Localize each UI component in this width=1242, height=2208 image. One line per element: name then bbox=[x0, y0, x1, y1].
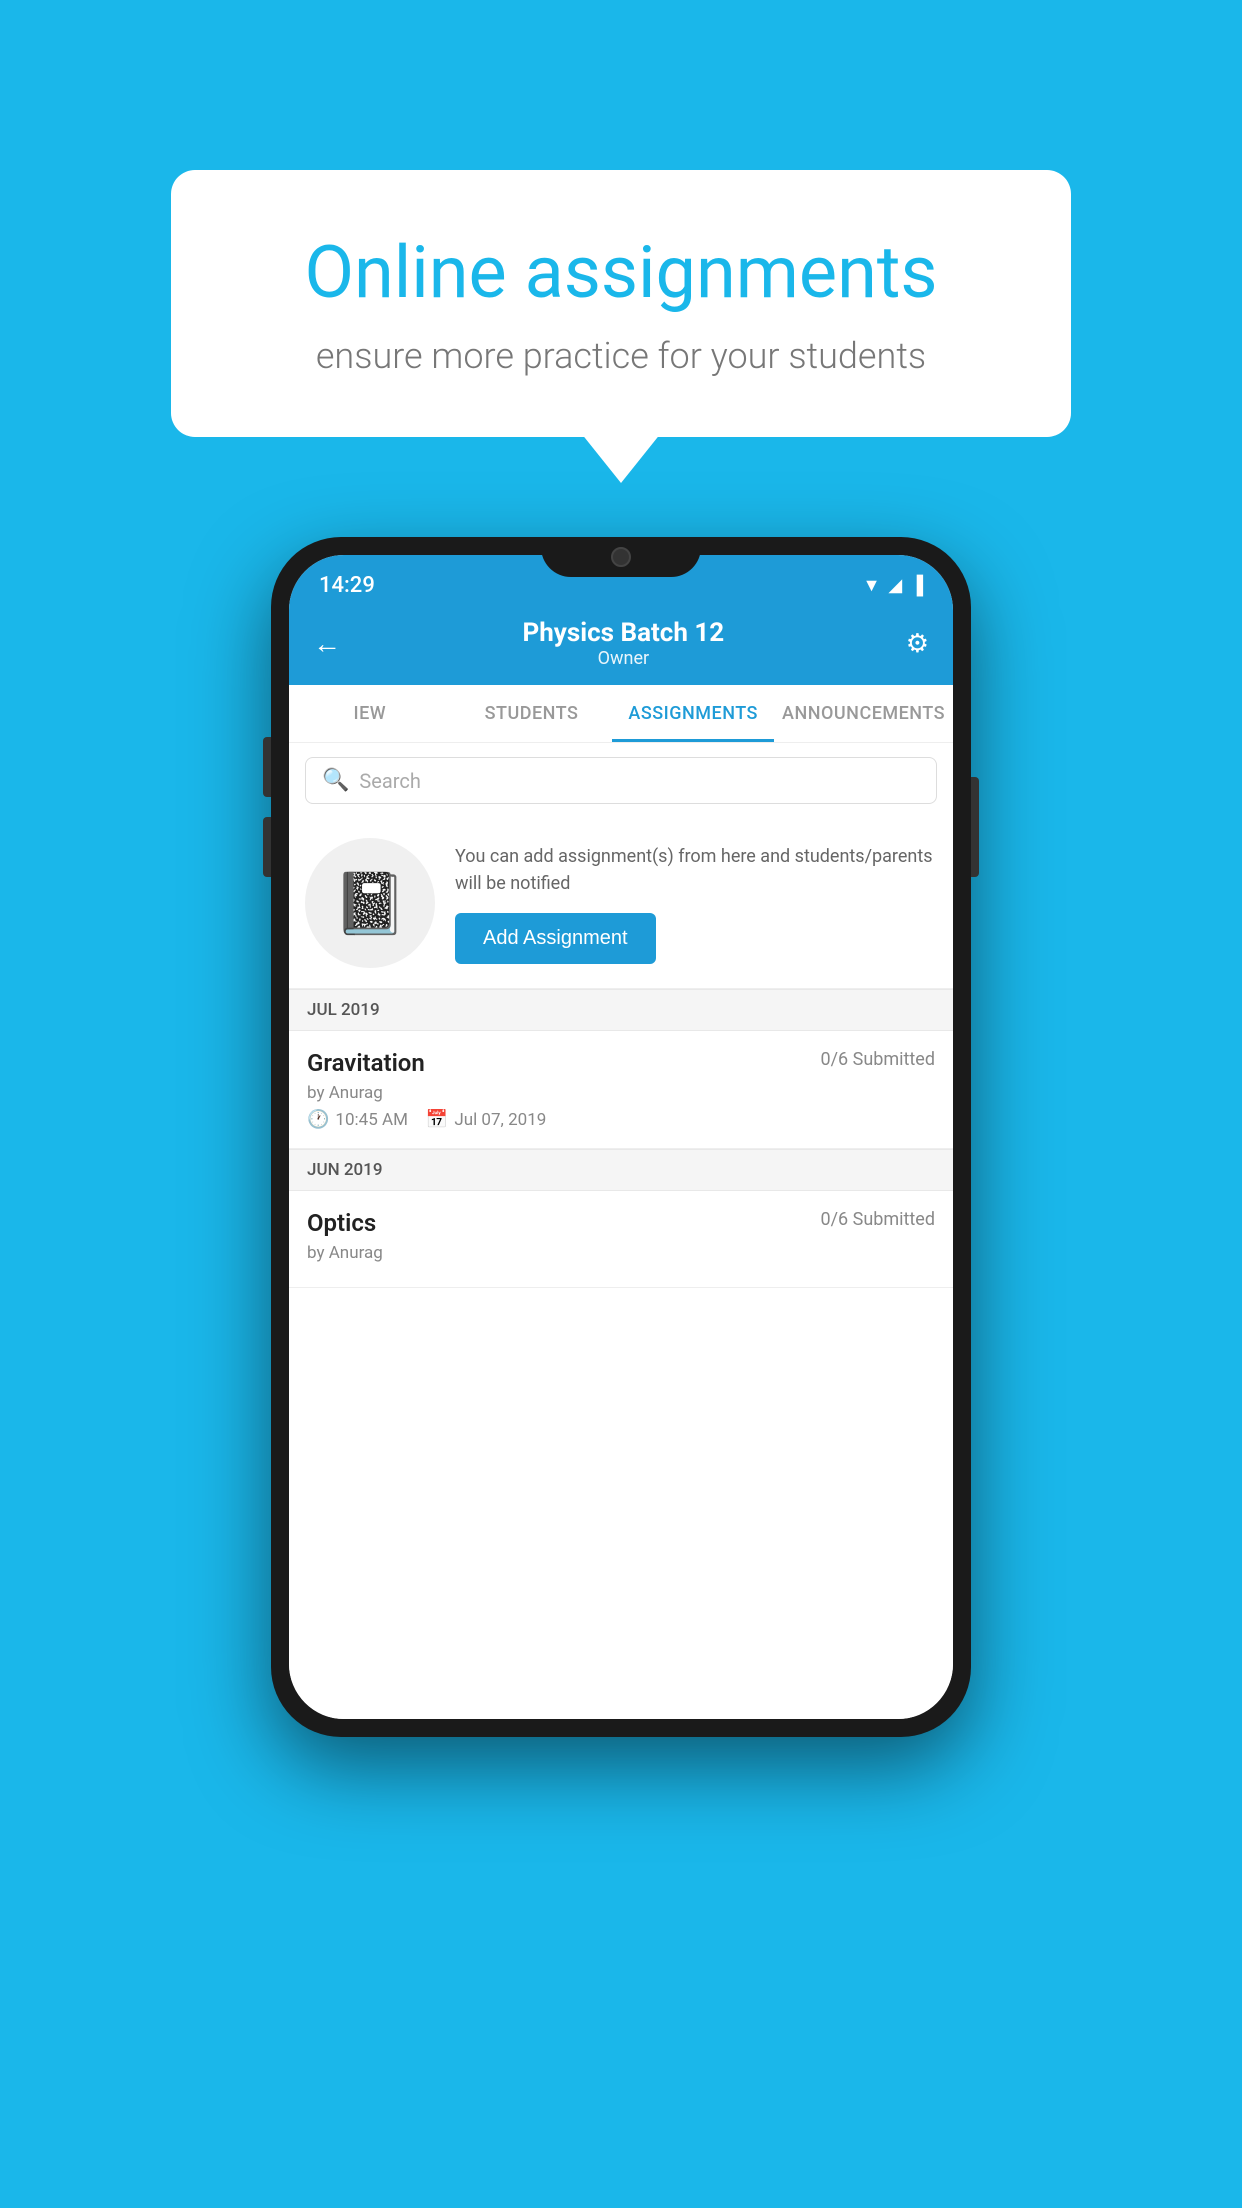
assignment-title-optics: Optics bbox=[307, 1209, 376, 1237]
assignment-submitted-optics: 0/6 Submitted bbox=[821, 1209, 935, 1230]
status-time: 14:29 bbox=[319, 573, 375, 598]
assignment-top: Gravitation 0/6 Submitted bbox=[307, 1049, 935, 1077]
assignment-by-optics: by Anurag bbox=[307, 1243, 935, 1263]
tab-assignments[interactable]: ASSIGNMENTS bbox=[612, 685, 774, 742]
search-bar: 🔍 Search bbox=[289, 743, 953, 818]
add-assignment-promo: 📓 You can add assignment(s) from here an… bbox=[289, 818, 953, 989]
power-button bbox=[971, 777, 979, 877]
clock-icon: 🕐 bbox=[307, 1109, 329, 1130]
assignment-meta: 🕐 10:45 AM 📅 Jul 07, 2019 bbox=[307, 1109, 935, 1130]
phone-notch bbox=[541, 537, 701, 577]
assignment-top-optics: Optics 0/6 Submitted bbox=[307, 1209, 935, 1237]
speech-bubble-container: Online assignments ensure more practice … bbox=[171, 170, 1071, 437]
calendar-icon: 📅 bbox=[426, 1109, 448, 1130]
batch-subtitle: Owner bbox=[522, 648, 724, 669]
assignment-item-optics[interactable]: Optics 0/6 Submitted by Anurag bbox=[289, 1191, 953, 1288]
back-button[interactable]: ← bbox=[313, 627, 341, 660]
battery-icon: ▐ bbox=[910, 575, 923, 596]
wifi-icon: ▼ bbox=[863, 575, 881, 596]
speech-bubble-title: Online assignments bbox=[241, 230, 1001, 315]
tabs-bar: IEW STUDENTS ASSIGNMENTS ANNOUNCEMENTS bbox=[289, 685, 953, 743]
promo-icon-circle: 📓 bbox=[305, 838, 435, 968]
assignment-title: Gravitation bbox=[307, 1049, 425, 1077]
settings-icon[interactable]: ⚙ bbox=[906, 629, 929, 659]
phone-mockup: 14:29 ▼ ◢ ▐ ← Physics Batch 12 Owner ⚙ bbox=[271, 537, 971, 1737]
header-title-block: Physics Batch 12 Owner bbox=[522, 618, 724, 669]
app-header: ← Physics Batch 12 Owner ⚙ bbox=[289, 608, 953, 685]
tab-announcements[interactable]: ANNOUNCEMENTS bbox=[774, 685, 953, 742]
volume-up-button bbox=[263, 737, 271, 797]
assignment-time: 10:45 AM bbox=[335, 1110, 407, 1130]
section-header-jul: JUL 2019 bbox=[289, 989, 953, 1031]
volume-down-button bbox=[263, 817, 271, 877]
phone-outer: 14:29 ▼ ◢ ▐ ← Physics Batch 12 Owner ⚙ bbox=[271, 537, 971, 1737]
status-icons: ▼ ◢ ▐ bbox=[863, 575, 923, 596]
search-input-wrap[interactable]: 🔍 Search bbox=[305, 757, 937, 804]
speech-bubble-subtitle: ensure more practice for your students bbox=[241, 335, 1001, 377]
promo-right: You can add assignment(s) from here and … bbox=[455, 843, 937, 964]
signal-icon: ◢ bbox=[888, 575, 902, 596]
batch-title: Physics Batch 12 bbox=[522, 618, 724, 648]
assignment-by: by Anurag bbox=[307, 1083, 935, 1103]
tab-iew[interactable]: IEW bbox=[289, 685, 451, 742]
section-header-jun: JUN 2019 bbox=[289, 1149, 953, 1191]
tab-students[interactable]: STUDENTS bbox=[451, 685, 613, 742]
assignment-date: Jul 07, 2019 bbox=[454, 1110, 546, 1130]
phone-screen: 14:29 ▼ ◢ ▐ ← Physics Batch 12 Owner ⚙ bbox=[289, 555, 953, 1719]
promo-text: You can add assignment(s) from here and … bbox=[455, 843, 937, 897]
assignment-item-gravitation[interactable]: Gravitation 0/6 Submitted by Anurag 🕐 10… bbox=[289, 1031, 953, 1149]
notebook-icon: 📓 bbox=[333, 868, 408, 939]
meta-time: 🕐 10:45 AM bbox=[307, 1109, 408, 1130]
phone-camera bbox=[611, 547, 631, 567]
search-placeholder: Search bbox=[359, 769, 420, 793]
search-icon: 🔍 bbox=[322, 768, 349, 793]
add-assignment-button[interactable]: Add Assignment bbox=[455, 913, 656, 964]
speech-bubble: Online assignments ensure more practice … bbox=[171, 170, 1071, 437]
content-area: 🔍 Search 📓 You can add assignment(s) fro… bbox=[289, 743, 953, 1719]
assignment-submitted: 0/6 Submitted bbox=[821, 1049, 935, 1070]
meta-date: 📅 Jul 07, 2019 bbox=[426, 1109, 546, 1130]
